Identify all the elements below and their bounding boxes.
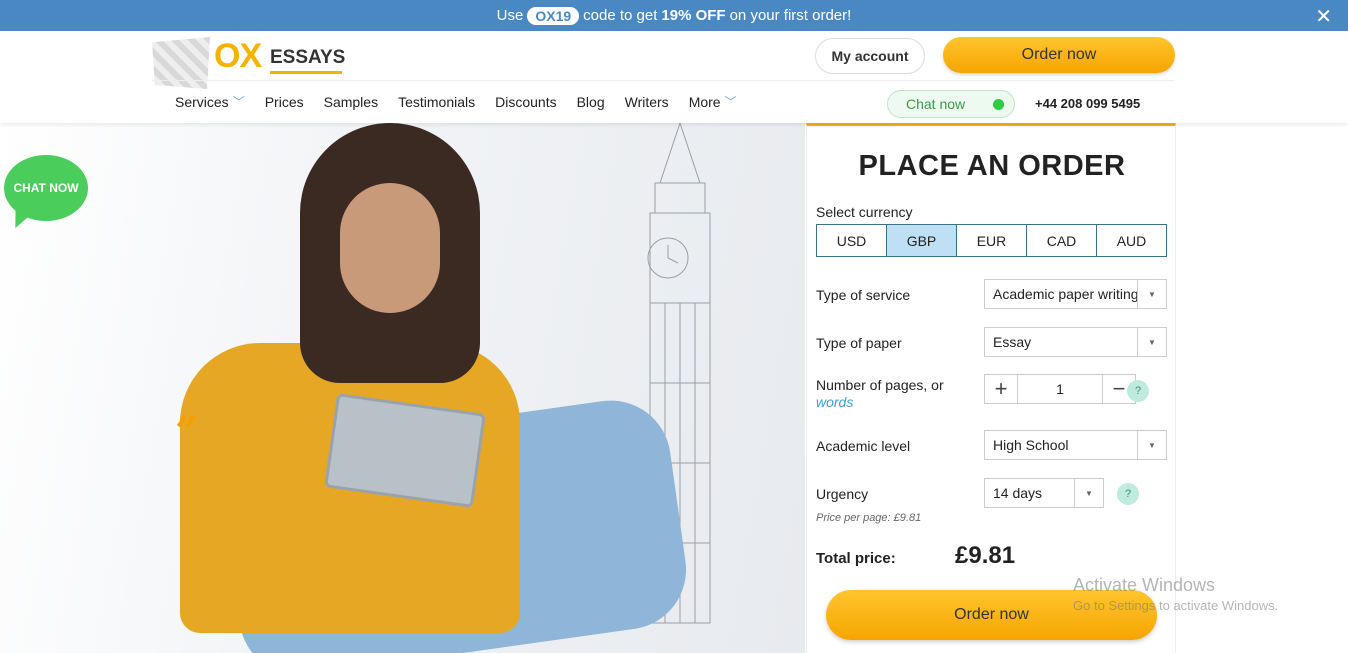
price-per-page: Price per page: £9.81	[816, 512, 922, 524]
currency-eur[interactable]: EUR	[957, 225, 1027, 256]
currency-label: Select currency	[816, 204, 913, 220]
order-title: PLACE AN ORDER	[858, 150, 1126, 182]
hero-image: ”	[0, 123, 805, 653]
phone-number[interactable]: +44 208 099 5495	[1035, 96, 1140, 111]
chevron-down-icon: ﹀	[232, 95, 245, 109]
help-icon[interactable]: ?	[1127, 380, 1149, 402]
nav-label: Services	[175, 93, 229, 110]
currency-aud[interactable]: AUD	[1097, 225, 1166, 256]
woman-face	[340, 183, 440, 313]
nav-label: More	[688, 93, 721, 110]
logo-essays: ESSAYS	[270, 47, 346, 68]
urgency-select[interactable]: 14 days ▼	[984, 478, 1104, 508]
plus-icon[interactable]: +	[985, 375, 1017, 403]
dropdown-arrow-icon: ▼	[1074, 479, 1103, 507]
nav-item-more[interactable]: More ﹀	[689, 93, 737, 110]
flag-icon	[152, 37, 210, 89]
chat-bubble-label: CHAT NOW	[13, 181, 79, 195]
urgency-value: 14 days	[993, 485, 1043, 501]
order-now-header-button[interactable]: Order now	[943, 37, 1175, 73]
total-price-label: Total price:	[816, 550, 896, 567]
urgency-label: Urgency	[816, 486, 869, 502]
promo-middle: code to get	[583, 7, 658, 24]
promo-discount: 19% OFF	[661, 7, 726, 24]
paper-value: Essay	[993, 334, 1032, 350]
watermark-subtitle: Go to Settings to activate Windows.	[1073, 598, 1279, 613]
dropdown-arrow-icon: ▼	[1137, 328, 1166, 356]
nav-label: Discounts	[495, 93, 557, 110]
words-link[interactable]: words	[816, 394, 853, 410]
dropdown-arrow-icon: ▼	[1137, 431, 1166, 459]
dropdown-arrow-icon: ▼	[1137, 280, 1166, 308]
logo-underline	[270, 71, 342, 74]
currency-usd[interactable]: USD	[817, 225, 887, 256]
order-panel: PLACE AN ORDER Select currency USD GBP E…	[806, 123, 1176, 653]
promo-bar: Use OX19 code to get 19% OFF on your fir…	[0, 0, 1348, 31]
paper-select[interactable]: Essay ▼	[984, 327, 1167, 357]
level-select[interactable]: High School ▼	[984, 430, 1167, 460]
pages-value[interactable]: 1	[1017, 375, 1103, 403]
chat-now-label: Chat now	[906, 96, 966, 112]
nav-label: Testimonials	[398, 93, 476, 110]
nav-label: Writers	[624, 93, 669, 110]
nav-item-samples[interactable]: Samples	[324, 93, 378, 110]
logo-ox: OX	[214, 37, 262, 75]
nav-item-discounts[interactable]: Discounts	[495, 93, 556, 110]
site-header: OX ESSAYS My account Order now Services …	[0, 31, 1348, 123]
nav-item-prices[interactable]: Prices	[265, 93, 304, 110]
total-price-value: £9.81	[955, 542, 1016, 569]
service-label: Type of service	[816, 287, 911, 303]
currency-gbp[interactable]: GBP	[887, 225, 957, 256]
main-nav: Services ﹀ Prices Samples Testimonials D…	[175, 93, 757, 110]
pages-stepper: + 1 −	[984, 374, 1136, 404]
pages-label-text: Number of pages, or	[816, 377, 944, 393]
currency-selector: USD GBP EUR CAD AUD	[816, 224, 1167, 257]
close-icon[interactable]: ✕	[1315, 4, 1332, 29]
nav-label: Prices	[264, 93, 304, 110]
promo-suffix: on your first order!	[729, 7, 852, 24]
paper-label: Type of paper	[816, 335, 902, 351]
chat-now-header-button[interactable]: Chat now	[887, 90, 1015, 118]
nav-label: Blog	[576, 93, 605, 110]
header-divider	[152, 80, 1175, 81]
service-value: Academic paper writing	[993, 286, 1139, 302]
help-icon[interactable]: ?	[1117, 483, 1139, 505]
service-select[interactable]: Academic paper writing ▼	[984, 279, 1167, 309]
watermark-title: Activate Windows	[1073, 575, 1216, 595]
nav-item-services[interactable]: Services ﹀	[175, 93, 245, 110]
nav-item-writers[interactable]: Writers	[625, 93, 669, 110]
level-label: Academic level	[816, 438, 911, 454]
chat-now-bubble[interactable]: CHAT NOW	[4, 155, 89, 233]
currency-cad[interactable]: CAD	[1027, 225, 1097, 256]
windows-activation-watermark: Activate Windows Go to Settings to activ…	[1073, 575, 1278, 613]
promo-prefix: Use	[496, 7, 524, 24]
site-logo[interactable]: OX ESSAYS	[152, 35, 352, 91]
nav-item-blog[interactable]: Blog	[577, 93, 605, 110]
quote-icon: ”	[175, 408, 199, 455]
nav-label: Samples	[323, 93, 379, 110]
chevron-down-icon: ﹀	[724, 95, 737, 109]
nav-item-testimonials[interactable]: Testimonials	[398, 93, 475, 110]
pages-label: Number of pages, or words	[816, 377, 944, 411]
online-status-icon	[993, 99, 1004, 110]
promo-code: OX19	[527, 6, 580, 25]
my-account-button[interactable]: My account	[815, 38, 925, 74]
level-value: High School	[993, 437, 1069, 453]
